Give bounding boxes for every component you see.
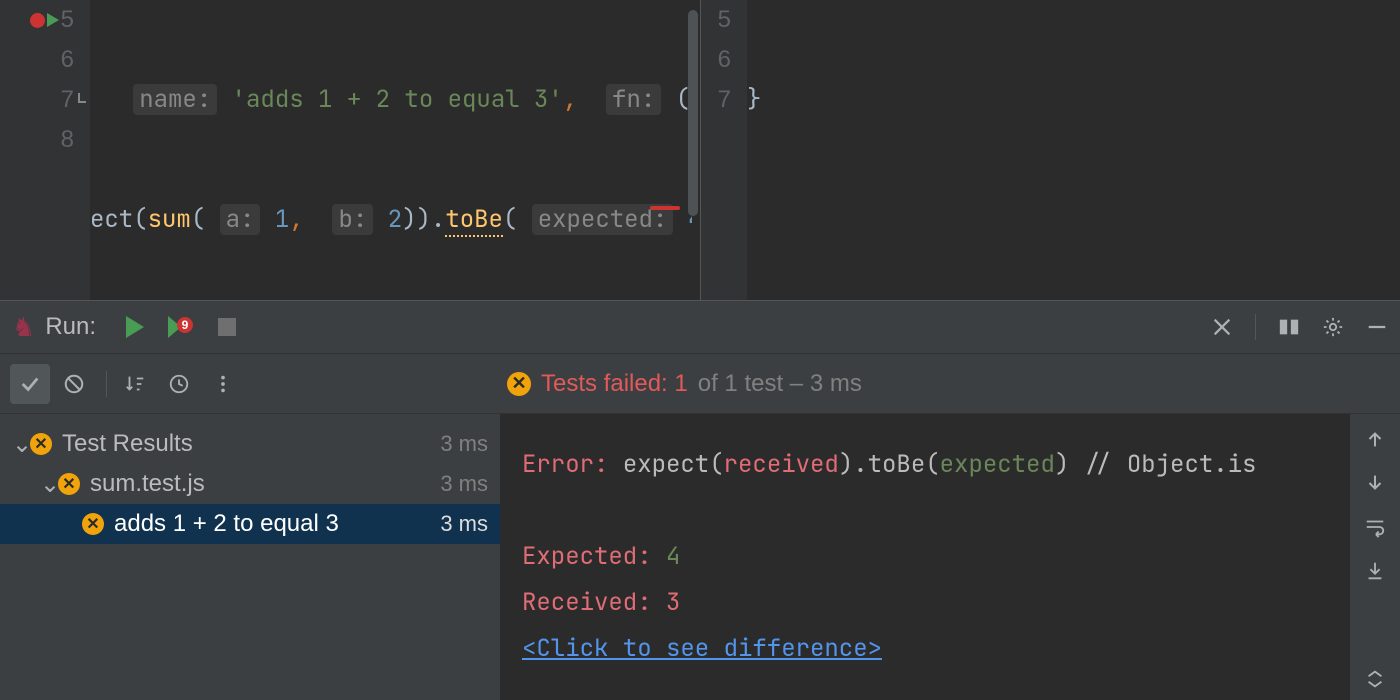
run-toolbar: ♞ Run: 9 [0, 300, 1400, 354]
inlay-hint-name: name: [133, 84, 217, 115]
editor-right-pane[interactable]: 5 6 7 −} module.exports = sum; [700, 0, 1400, 300]
fail-icon: ✕ [58, 473, 80, 495]
separator [106, 371, 107, 397]
line-number: 7 [707, 86, 731, 114]
fail-icon: ✕ [30, 433, 52, 455]
gutter-right[interactable]: 5 6 7 [701, 0, 747, 300]
scrollbar[interactable] [688, 10, 698, 216]
console-blank [522, 488, 1328, 534]
line-number: 7 [50, 86, 74, 114]
breakpoint-icon[interactable] [30, 13, 59, 28]
gutter-left[interactable]: 5 6 7 8 [0, 0, 90, 300]
tree-label: Test Results [62, 430, 193, 458]
history-button[interactable] [159, 364, 199, 404]
code-right[interactable]: −} module.exports = sum; [747, 0, 1392, 300]
test-tree[interactable]: ⌄ ✕ Test Results 3 ms ⌄ ✕ sum.test.js 3 … [0, 414, 500, 700]
chevron-down-icon[interactable]: ⌄ [12, 430, 28, 459]
tests-rest-text: of 1 test – 3 ms [698, 370, 862, 398]
up-icon[interactable] [1364, 428, 1386, 450]
tests-failed-text: Tests failed: 1 [541, 370, 688, 398]
editor-left-pane[interactable]: 5 6 7 8 name: 'adds 1 + 2 to equal 3', f… [0, 0, 700, 300]
inlay-hint-b: b: [332, 204, 373, 235]
tree-label: sum.test.js [90, 470, 205, 498]
show-passed-button[interactable] [10, 364, 50, 404]
tree-time: 3 ms [440, 431, 488, 457]
tree-root[interactable]: ⌄ ✕ Test Results 3 ms [0, 424, 500, 464]
more-button[interactable] [203, 364, 243, 404]
console-line-received: Received: 3 [522, 580, 1328, 626]
play-icon [126, 316, 144, 338]
test-console[interactable]: Error: expect(received).toBe(expected) /… [500, 414, 1350, 700]
stop-button[interactable] [212, 312, 242, 342]
softwrap-icon[interactable] [1364, 516, 1386, 538]
test-toolbar: ✕ Tests failed: 1 of 1 test – 3 ms [0, 354, 1400, 414]
rerun-failed-icon: 9 [168, 316, 194, 338]
fail-icon: ✕ [82, 513, 104, 535]
fold-end-icon[interactable] [72, 93, 86, 107]
console-line-expected: Expected: 4 [522, 534, 1328, 580]
jest-icon: ♞ [12, 312, 35, 343]
line-number: 5 [707, 6, 731, 34]
tree-time: 3 ms [440, 471, 488, 497]
see-difference-link[interactable]: <Click to see difference> [522, 633, 882, 664]
expand-icon[interactable] [1364, 668, 1386, 690]
inlay-hint-fn: fn: [606, 84, 661, 115]
inlay-hint-a: a: [220, 204, 261, 235]
sort-button[interactable] [115, 364, 155, 404]
layout-icon[interactable] [1278, 316, 1300, 338]
tree-file[interactable]: ⌄ ✕ sum.test.js 3 ms [0, 464, 500, 504]
run-label: Run: [45, 313, 96, 341]
code-left[interactable]: name: 'adds 1 + 2 to equal 3', fn: ( ect… [90, 0, 692, 300]
tree-time: 3 ms [440, 511, 488, 537]
stop-icon [218, 318, 236, 336]
console-side-toolbar [1350, 414, 1400, 700]
test-summary: ✕ Tests failed: 1 of 1 test – 3 ms [507, 370, 862, 398]
tree-label: adds 1 + 2 to equal 3 [114, 510, 339, 538]
editor-split: 5 6 7 8 name: 'adds 1 + 2 to equal 3', f… [0, 0, 1400, 300]
tree-case[interactable]: ✕ adds 1 + 2 to equal 3 3 ms [0, 504, 500, 544]
line-number: 8 [50, 126, 74, 154]
show-ignored-button[interactable] [54, 364, 94, 404]
svg-text:9: 9 [182, 318, 189, 332]
console-line: Error: expect(received).toBe(expected) /… [522, 442, 1328, 488]
separator [1255, 314, 1256, 340]
run-button[interactable] [120, 312, 150, 342]
line-number: 6 [707, 46, 731, 74]
down-icon[interactable] [1364, 472, 1386, 494]
minimize-icon[interactable] [1366, 316, 1388, 338]
fail-badge-icon: ✕ [507, 372, 531, 396]
chevron-down-icon[interactable]: ⌄ [40, 470, 56, 499]
run-test-gutter-icon[interactable] [47, 13, 59, 27]
line-number: 6 [50, 46, 74, 74]
error-stripe[interactable] [650, 206, 680, 210]
close-icon[interactable] [1211, 316, 1233, 338]
gear-icon[interactable] [1322, 316, 1344, 338]
scroll-to-end-icon[interactable] [1364, 560, 1386, 582]
results-panel: ⌄ ✕ Test Results 3 ms ⌄ ✕ sum.test.js 3 … [0, 414, 1400, 700]
rerun-failed-button[interactable]: 9 [166, 312, 196, 342]
